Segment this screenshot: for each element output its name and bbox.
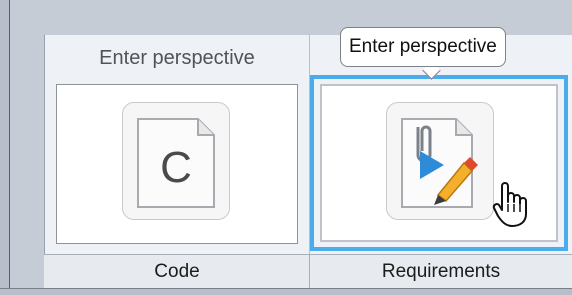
hand-pointer-icon bbox=[492, 182, 527, 227]
requirements-caption: Requirements bbox=[381, 261, 501, 282]
requirements-document-icon bbox=[401, 118, 478, 208]
tooltip: Enter perspective bbox=[340, 27, 506, 67]
c-letter: C bbox=[160, 143, 192, 192]
code-caption: Code bbox=[154, 261, 200, 282]
window-left-edge bbox=[0, 0, 10, 294]
c-source-file-icon: C bbox=[137, 118, 215, 208]
caption-divider bbox=[309, 254, 310, 288]
code-hover-label: Enter perspective bbox=[99, 47, 255, 69]
